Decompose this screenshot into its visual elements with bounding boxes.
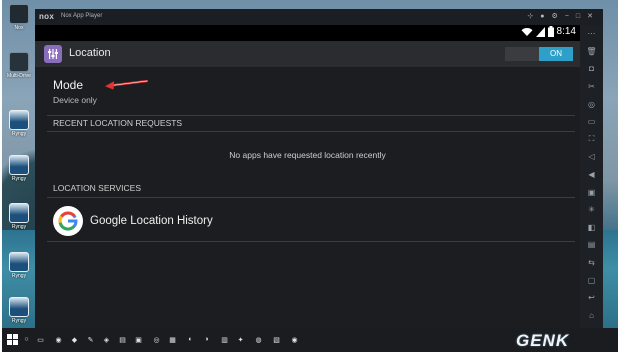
more-icon[interactable]: ⋯	[580, 25, 603, 43]
taskbar-app-icon[interactable]: ✦	[234, 333, 247, 346]
desktop-icon-window-3[interactable]: Ryngy	[6, 203, 32, 230]
taskbar-app-icon[interactable]: ▣	[132, 333, 145, 346]
sync-icon[interactable]: ⇆	[580, 254, 603, 272]
divider	[47, 115, 575, 116]
minimize-icon[interactable]: −	[565, 12, 569, 21]
back-icon[interactable]: ↩	[580, 289, 603, 307]
taskbar-app-icon[interactable]: ▤	[116, 333, 129, 346]
window-title-bar[interactable]: nox Nox App Player ⊹ ● ⚙ − □ ✕	[35, 9, 603, 25]
divider	[47, 131, 575, 132]
screen-icon[interactable]: ▭	[580, 113, 603, 131]
search-icon[interactable]: ○	[20, 333, 33, 346]
taskbar-app-icon[interactable]: ◑	[200, 333, 213, 346]
settings-app-icon[interactable]	[44, 45, 62, 63]
user-icon[interactable]: ●	[540, 12, 544, 21]
annotation-arrow-icon	[105, 79, 149, 90]
taskbar-app-icon[interactable]: ◉	[52, 333, 65, 346]
desktop-icon-label: Ryngy	[11, 273, 27, 279]
maximize-icon[interactable]: □	[576, 12, 580, 21]
page-title: Location	[69, 47, 111, 59]
taskbar-app-icon[interactable]: ▦	[166, 333, 179, 346]
file-icon[interactable]: ▢	[580, 271, 603, 289]
window-icon	[9, 203, 29, 223]
list-item-label: Google Location History	[90, 215, 213, 227]
volume-down-icon[interactable]: ◀	[580, 166, 603, 184]
list-item-google-location-history[interactable]: Google Location History	[35, 204, 580, 240]
nox-logo: nox	[39, 12, 55, 21]
taskbar-app-icon[interactable]: ◎	[150, 333, 163, 346]
window-title: Nox App Player	[61, 13, 103, 19]
record-icon[interactable]: ▤	[580, 236, 603, 254]
window-icon	[9, 110, 29, 130]
fullscreen-icon[interactable]: ⛶	[580, 131, 603, 149]
taskbar-app-icon[interactable]: ◈	[100, 333, 113, 346]
desktop-icon-window-1[interactable]: Ryngy	[6, 110, 32, 137]
settings-icon[interactable]: ⚙	[552, 12, 558, 21]
divider	[47, 197, 575, 198]
home-icon[interactable]: ⌂	[580, 307, 603, 325]
desktop-icon-nox[interactable]: Nox	[6, 4, 32, 31]
google-g-icon	[53, 206, 83, 236]
window-controls: ⊹ ● ⚙ − □ ✕	[527, 12, 593, 21]
toggle-on-label: ON	[539, 47, 573, 61]
taskbar-app-icon[interactable]: ◐	[184, 333, 197, 346]
taskbar-app-icon[interactable]: ▧	[270, 333, 283, 346]
status-time: 8:14	[556, 26, 576, 37]
taskbar-app-icon[interactable]: ▥	[218, 333, 231, 346]
divider	[47, 241, 575, 242]
taskbar-app-icon[interactable]: ✎	[84, 333, 97, 346]
status-icons: 8:14	[521, 26, 576, 37]
android-screen: Location ON Mode Device only RECENT LOCA…	[35, 41, 580, 331]
window-icon	[9, 297, 29, 317]
window-icon	[9, 155, 29, 175]
scissors-icon[interactable]: ✂	[580, 78, 603, 96]
close-icon[interactable]: ✕	[587, 12, 593, 21]
location-services-header: LOCATION SERVICES	[53, 183, 142, 193]
sliders-icon	[48, 49, 58, 59]
taskbar-app-icon[interactable]: ◍	[252, 333, 265, 346]
desktop-icon-label: Ryngy	[11, 176, 27, 182]
android-status-bar: 8:14	[35, 25, 580, 41]
nox-icon	[9, 4, 29, 24]
desktop-icon-window-5[interactable]: Ryngy	[6, 297, 32, 324]
taskbar-app-icon[interactable]: ◆	[68, 333, 81, 346]
shake-icon[interactable]: ✳	[580, 201, 603, 219]
taskbar-app-icon[interactable]: ◉	[288, 333, 301, 346]
screenshot-icon[interactable]: ◘	[580, 60, 603, 78]
desktop-icon-multi-drive[interactable]: Multi-Drive	[6, 52, 32, 79]
mode-title: Mode	[53, 78, 84, 92]
watermark: GENK	[516, 331, 570, 350]
nox-sidebar: ⋯ 🗑 ◘ ✂ ◎ ▭ ⛶ ◁ ◀ ▣ ✳ ◧ ▤ ⇆ ▢ ↩ ⌂	[580, 25, 603, 331]
nox-window: nox Nox App Player ⊹ ● ⚙ − □ ✕ 8:14 Loca…	[35, 9, 603, 331]
desktop-icon-window-2[interactable]: Ryngy	[6, 155, 32, 182]
mode-value: Device only	[53, 95, 97, 105]
recent-requests-header: RECENT LOCATION REQUESTS	[53, 118, 183, 128]
volume-up-icon[interactable]: ◁	[580, 148, 603, 166]
multi-drive-icon	[9, 52, 29, 72]
battery-icon	[547, 26, 554, 37]
signal-icon	[535, 26, 545, 37]
macro-icon[interactable]: ◧	[580, 219, 603, 237]
desktop-icon-label: Ryngy	[11, 131, 27, 137]
wifi-icon	[521, 27, 533, 36]
location-toggle[interactable]: ON	[505, 47, 573, 61]
desktop-icon-label: Ryngy	[11, 318, 27, 324]
apk-icon[interactable]: ▣	[580, 183, 603, 201]
trash-icon[interactable]: 🗑	[580, 43, 603, 61]
task-view-icon[interactable]: ▭	[34, 333, 47, 346]
desktop-icon-window-4[interactable]: Ryngy	[6, 252, 32, 279]
window-icon	[9, 252, 29, 272]
desktop-icon-label: Nox	[14, 25, 24, 31]
desktop-icon-label: Ryngy	[11, 224, 27, 230]
windows-start-icon[interactable]	[6, 333, 19, 346]
location-icon[interactable]: ◎	[580, 95, 603, 113]
multi-instance-icon[interactable]: ⊹	[527, 12, 533, 21]
desktop-icon-label: Multi-Drive	[7, 73, 31, 79]
action-bar: Location ON	[35, 41, 580, 67]
empty-requests-message: No apps have requested location recently	[229, 150, 386, 160]
